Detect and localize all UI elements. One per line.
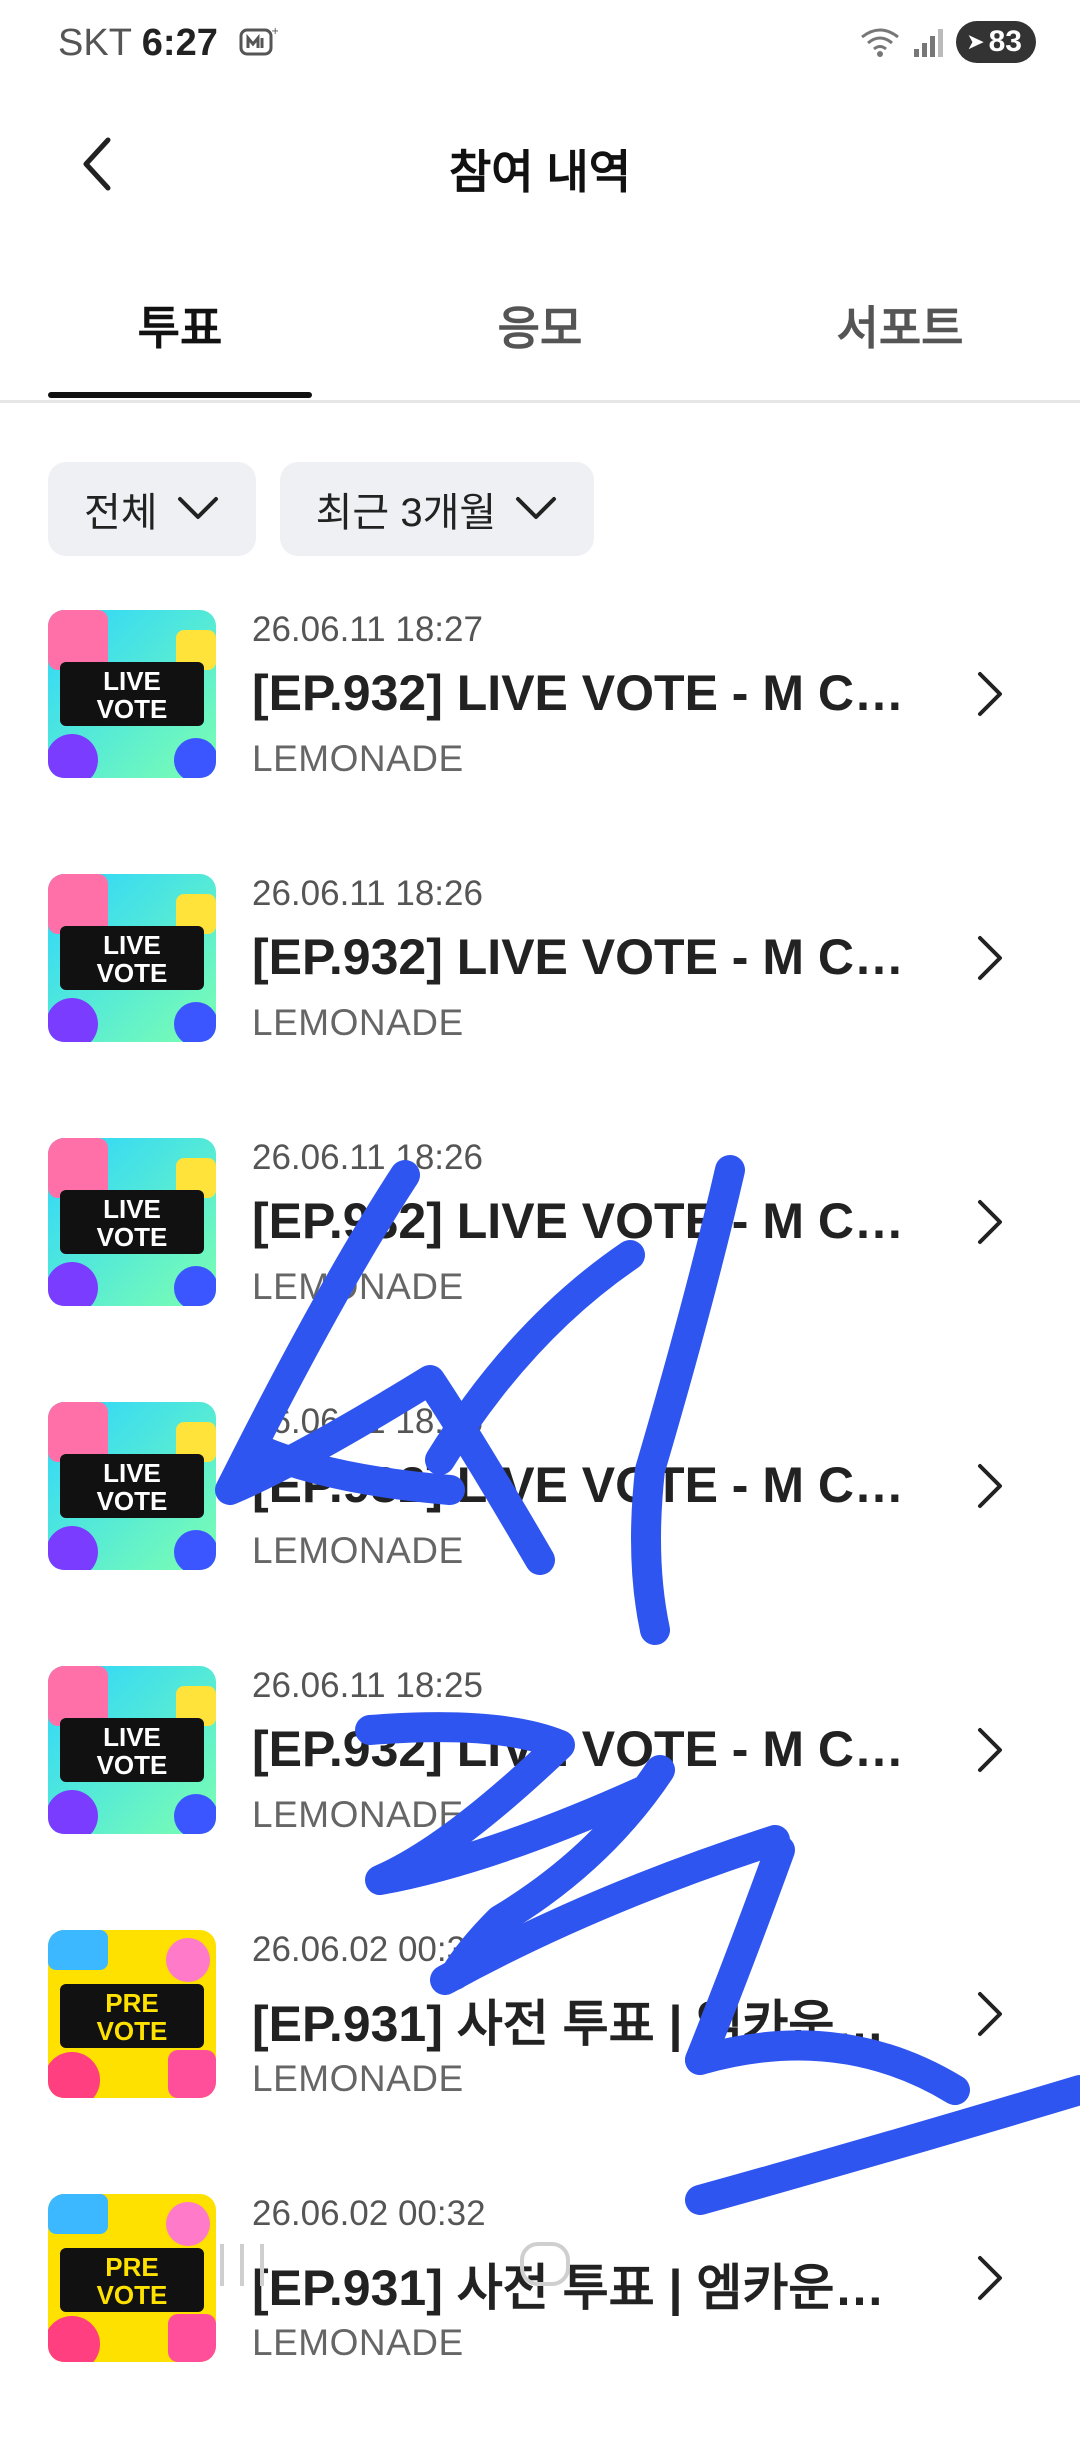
page-title: 참여 내역 bbox=[448, 146, 632, 198]
tab-entry[interactable]: 응모 bbox=[405, 292, 675, 358]
list-item[interactable]: PRE VOTE 26.06.02 00:32 [EP.931] 사전 투표 |… bbox=[0, 2192, 1080, 2456]
chevron-right-icon bbox=[978, 1728, 1002, 1772]
item-date: 26.06.11 18:26 bbox=[252, 1138, 483, 1177]
chevron-right-icon bbox=[978, 2256, 1002, 2300]
item-artist: LEMONADE bbox=[252, 1794, 464, 1835]
status-bar: SKT 6:27 + ➤ 83 bbox=[0, 0, 1080, 86]
thumb-line1: LIVE bbox=[103, 1722, 161, 1752]
filter-period-dropdown[interactable]: 최근 3개월 bbox=[279, 462, 595, 556]
filter-category-label: 전체 bbox=[84, 491, 158, 535]
item-artist: LEMONADE bbox=[252, 2058, 464, 2099]
thumb-line2: VOTE bbox=[97, 2016, 168, 2046]
svg-text:+: + bbox=[271, 26, 278, 37]
pre-vote-thumbnail: PRE VOTE bbox=[48, 1930, 216, 2098]
tab-bar: 투표 응모 서포트 bbox=[0, 270, 1080, 403]
item-artist: LEMONADE bbox=[252, 1002, 464, 1043]
filter-period-label: 최근 3개월 bbox=[315, 491, 497, 535]
tab-vote[interactable]: 투표 bbox=[45, 292, 315, 358]
clock: 6:27 bbox=[141, 22, 218, 64]
chevron-right-icon bbox=[978, 1464, 1002, 1508]
item-artist: LEMONADE bbox=[252, 2322, 464, 2363]
thumb-line1: LIVE bbox=[103, 1458, 161, 1488]
live-vote-thumbnail: LIVE VOTE bbox=[48, 1138, 216, 1306]
thumb-line1: PRE bbox=[105, 2252, 158, 2282]
thumb-line2: VOTE bbox=[97, 1222, 168, 1252]
item-date: 26.06.11 18:27 bbox=[252, 610, 483, 649]
list-item[interactable]: LIVE VOTE 26.06.11 18:27 [EP.932] LIVE V… bbox=[0, 608, 1080, 872]
thumb-line2: VOTE bbox=[97, 694, 168, 724]
thumb-line2: VOTE bbox=[97, 958, 168, 988]
pre-vote-thumbnail: PRE VOTE bbox=[48, 2194, 216, 2362]
item-date: 26.06.11 18:25 bbox=[252, 1402, 483, 1441]
list-item[interactable]: PRE VOTE 26.06.02 00:32 [EP.931] 사전 투표 |… bbox=[0, 1928, 1080, 2192]
live-vote-thumbnail: LIVE VOTE bbox=[48, 874, 216, 1042]
filter-bar: 전체 최근 3개월 bbox=[48, 462, 595, 556]
item-title: [EP.932] LIVE VOTE - M CO... bbox=[252, 1721, 912, 1777]
list-item[interactable]: LIVE VOTE 26.06.11 18:25 [EP.932] LIVE V… bbox=[0, 1400, 1080, 1664]
thumb-line1: LIVE bbox=[103, 1194, 161, 1224]
carrier-label: SKT bbox=[58, 22, 132, 64]
participation-list: LIVE VOTE 26.06.11 18:27 [EP.932] LIVE V… bbox=[0, 608, 1080, 2456]
battery-icon: ➤ 83 bbox=[956, 21, 1036, 63]
thumb-line2: VOTE bbox=[97, 2280, 168, 2310]
item-artist: LEMONADE bbox=[252, 738, 464, 779]
battery-level: 83 bbox=[988, 25, 1022, 58]
item-title: [EP.932] LIVE VOTE - M CO... bbox=[252, 929, 912, 985]
app-header: 참여 내역 bbox=[0, 118, 1080, 210]
chevron-right-icon bbox=[978, 1992, 1002, 2036]
item-title: [EP.932] LIVE VOTE - M CO... bbox=[252, 1457, 912, 1513]
live-vote-thumbnail: LIVE VOTE bbox=[48, 610, 216, 778]
list-item[interactable]: LIVE VOTE 26.06.11 18:26 [EP.932] LIVE V… bbox=[0, 1136, 1080, 1400]
thumb-line1: LIVE bbox=[103, 930, 161, 960]
item-date: 26.06.02 00:32 bbox=[252, 1930, 486, 1969]
chevron-down-icon bbox=[177, 497, 218, 519]
list-item[interactable]: LIVE VOTE 26.06.11 18:26 [EP.932] LIVE V… bbox=[0, 872, 1080, 1136]
item-title: [EP.932] LIVE VOTE - M CO... bbox=[252, 665, 912, 721]
live-vote-thumbnail: LIVE VOTE bbox=[48, 1666, 216, 1834]
item-artist: LEMONADE bbox=[252, 1530, 464, 1571]
status-icons: ➤ 83 bbox=[858, 20, 1036, 64]
item-title: [EP.932] LIVE VOTE - M CO... bbox=[252, 1193, 912, 1249]
item-title: [EP.931] 사전 투표 | 엠카운트다운 bbox=[252, 2260, 912, 2316]
list-item[interactable]: LIVE VOTE 26.06.11 18:25 [EP.932] LIVE V… bbox=[0, 1664, 1080, 1928]
item-date: 26.06.11 18:25 bbox=[252, 1666, 483, 1705]
tab-support[interactable]: 서포트 bbox=[765, 292, 1035, 358]
filter-category-dropdown[interactable]: 전체 bbox=[48, 462, 256, 556]
thumb-line1: PRE bbox=[105, 1988, 158, 2018]
signal-icon bbox=[914, 29, 944, 57]
chevron-right-icon bbox=[978, 1200, 1002, 1244]
item-artist: LEMONADE bbox=[252, 1266, 464, 1307]
item-date: 26.06.11 18:26 bbox=[252, 874, 483, 913]
chevron-down-icon bbox=[516, 497, 557, 519]
wifi-icon bbox=[861, 28, 900, 57]
item-date: 26.06.02 00:32 bbox=[252, 2194, 486, 2233]
thumb-line2: VOTE bbox=[97, 1750, 168, 1780]
chevron-right-icon bbox=[978, 936, 1002, 980]
thumb-line2: VOTE bbox=[97, 1486, 168, 1516]
item-title: [EP.931] 사전 투표 | 엠카운트다운 bbox=[252, 1996, 912, 2052]
chevron-right-icon bbox=[978, 672, 1002, 716]
active-tab-indicator bbox=[48, 392, 312, 398]
live-vote-thumbnail: LIVE VOTE bbox=[48, 1402, 216, 1570]
thumb-line1: LIVE bbox=[103, 666, 161, 696]
status-carrier-time: SKT 6:27 bbox=[58, 22, 218, 65]
monitor-icon: + bbox=[239, 26, 278, 56]
